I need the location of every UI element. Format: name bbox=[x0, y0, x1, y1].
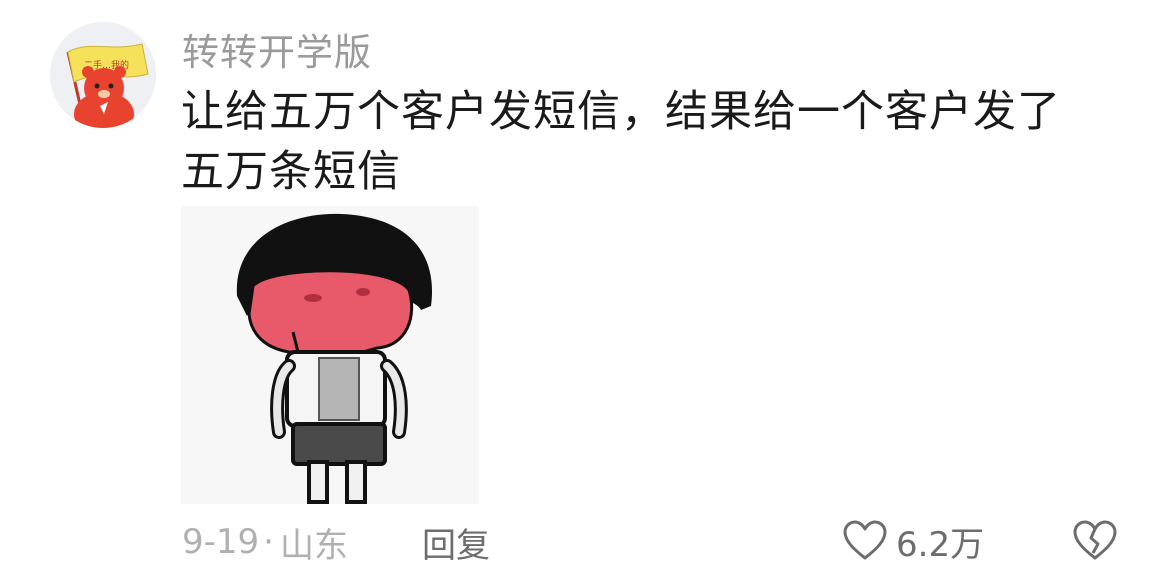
comment-location: 山东 bbox=[279, 525, 348, 566]
comment-image-sticker[interactable] bbox=[181, 206, 479, 504]
comment-text: 让给五万个客户发短信，结果给一个客户发了 五万条短信 bbox=[181, 82, 1121, 202]
dislike-button[interactable] bbox=[1070, 516, 1120, 566]
comment-username[interactable]: 转转开学版 bbox=[182, 22, 372, 76]
broken-heart-icon bbox=[1073, 520, 1117, 560]
comment-meta: 9-19 · 山东 bbox=[182, 520, 348, 566]
comment-date: 9-19 bbox=[182, 522, 260, 562]
like-button[interactable]: 6.2万 bbox=[842, 516, 984, 566]
cartoon-boy-icon bbox=[181, 206, 479, 504]
comment-text-line-2: 五万条短信 bbox=[181, 147, 401, 197]
reply-button[interactable]: 回复 bbox=[422, 520, 490, 566]
meta-separator: · bbox=[263, 522, 274, 562]
like-count: 6.2万 bbox=[896, 524, 985, 565]
bear-mascot-icon: 二手…我的 bbox=[50, 22, 156, 128]
comment-text-line-1: 让给五万个客户发短信，结果给一个客户发了 bbox=[181, 87, 1061, 137]
user-avatar[interactable]: 二手…我的 bbox=[50, 22, 156, 128]
heart-outline-icon bbox=[843, 520, 887, 560]
